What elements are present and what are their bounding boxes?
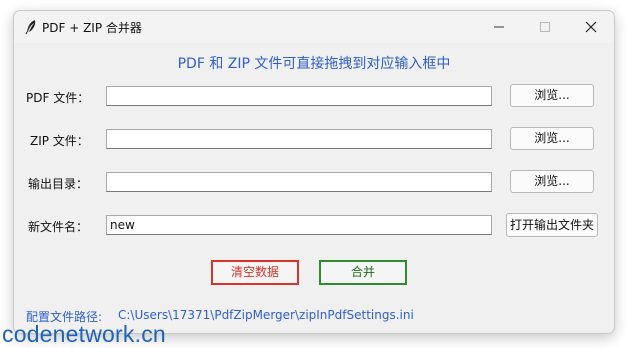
- zip-file-label: ZIP 文件：: [30, 134, 89, 148]
- config-path-value: C:\Users\17371\PdfZipMerger\zipInPdfSett…: [118, 308, 414, 322]
- new-filename-label: 新文件名：: [28, 220, 89, 234]
- maximize-button[interactable]: [522, 11, 568, 43]
- new-filename-input[interactable]: [106, 215, 492, 235]
- instruction-heading: PDF 和 ZIP 文件可直接拖拽到对应输入框中: [177, 56, 451, 72]
- watermark: codenetwork.cn: [2, 321, 166, 347]
- minimize-button[interactable]: [476, 11, 522, 43]
- zip-file-input[interactable]: [106, 129, 492, 149]
- zip-browse-button[interactable]: 浏览...: [510, 127, 594, 150]
- output-browse-button[interactable]: 浏览...: [510, 170, 594, 193]
- pdf-file-input[interactable]: [106, 86, 492, 106]
- close-icon: [585, 21, 597, 33]
- output-dir-input[interactable]: [106, 172, 492, 192]
- pdf-file-label: PDF 文件：: [26, 91, 90, 105]
- app-window: PDF + ZIP 合并器 PDF 和 ZIP 文件可直接拖拽到对应输入框中 P…: [13, 10, 615, 334]
- merge-button[interactable]: 合并: [319, 260, 407, 285]
- window-title: PDF + ZIP 合并器: [42, 21, 142, 35]
- open-output-folder-button[interactable]: 打开输出文件夹: [506, 213, 598, 237]
- maximize-icon: [540, 22, 550, 32]
- pdf-browse-button[interactable]: 浏览...: [510, 84, 594, 107]
- clear-data-button[interactable]: 清空数据: [211, 260, 299, 285]
- output-dir-label: 输出目录：: [28, 177, 89, 191]
- title-bar[interactable]: PDF + ZIP 合并器: [14, 11, 614, 43]
- feather-icon: [25, 20, 36, 35]
- close-button[interactable]: [568, 11, 614, 43]
- minimize-icon: [494, 26, 504, 28]
